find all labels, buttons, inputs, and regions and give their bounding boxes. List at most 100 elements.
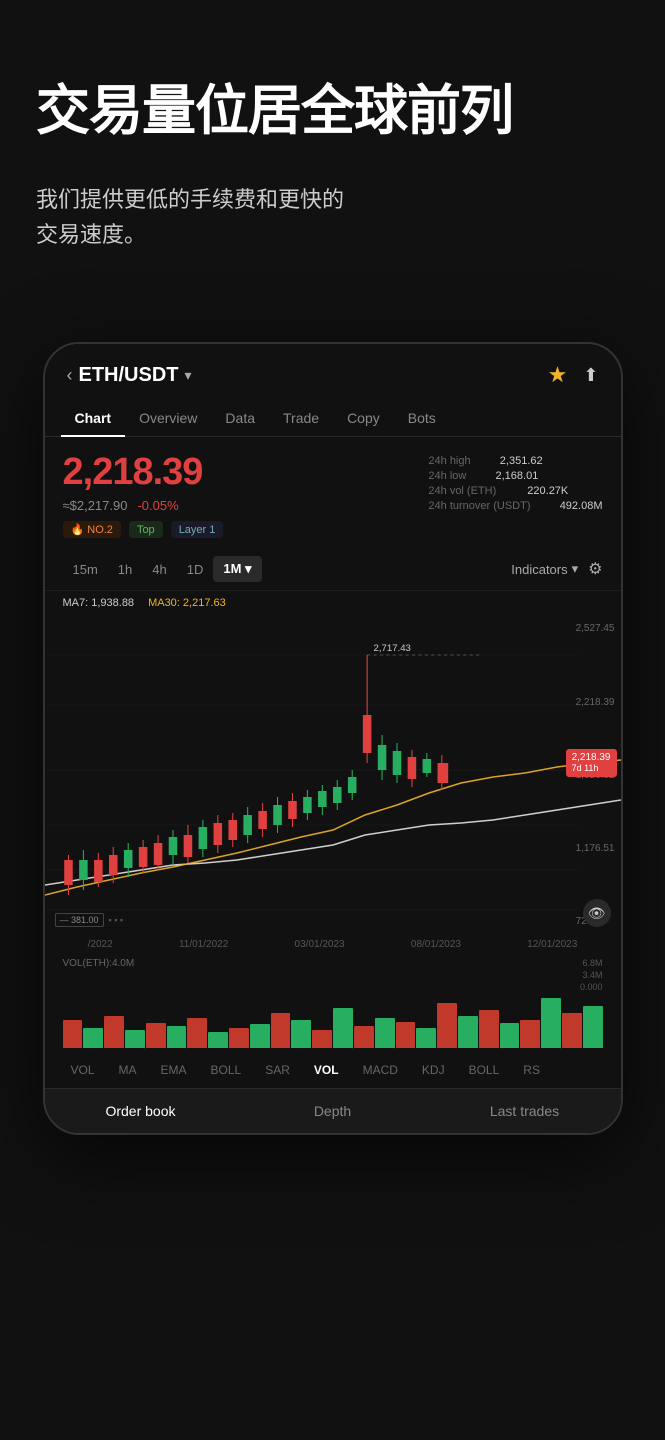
price-stats-row: 2,218.39 ≈$2,217.90 -0.05% 24h high 2,35… [45, 437, 621, 521]
vol-bar [500, 1023, 520, 1048]
stat-row-high: 24h high 2,351.62 [428, 455, 602, 467]
stat-value-turnover: 492.08M [543, 500, 603, 512]
vol-bar [146, 1023, 166, 1048]
stat-row-vol-eth: 24h vol (ETH) 220.27K [428, 485, 602, 497]
tab-overview[interactable]: Overview [125, 400, 211, 436]
indicators-dropdown-icon: ▾ [572, 561, 579, 577]
bottom-tab-orderbook[interactable]: Order book [45, 1089, 237, 1133]
vol-bar [312, 1030, 332, 1048]
top-bar: ‹ ETH/USDT ▾ ★ ⬆ [45, 344, 621, 400]
date-label-5: 12/01/2023 [527, 939, 577, 950]
pair-dropdown-icon[interactable]: ▾ [185, 367, 192, 384]
time-15m[interactable]: 15m [63, 557, 108, 582]
indicators-button[interactable]: Indicators ▾ [511, 561, 578, 577]
stat-row-low: 24h low 2,168.01 [428, 470, 602, 482]
stat-row-turnover: 24h turnover (USDT) 492.08M [428, 500, 602, 512]
vol-bar [291, 1020, 311, 1048]
vol-bar [83, 1028, 103, 1048]
ind-tab-boll2[interactable]: BOLL [457, 1058, 512, 1082]
vol-bar [333, 1008, 353, 1048]
tag-layer1[interactable]: Layer 1 [171, 521, 224, 538]
candlestick-chart: 2,717.43 [45, 615, 621, 935]
ma7-label: MA7: 1,938.88 [63, 597, 135, 609]
ma-row: MA7: 1,938.88 MA30: 2,217.63 [45, 591, 621, 615]
ind-tab-ema[interactable]: EMA [149, 1058, 199, 1082]
price-left-col: 2,218.39 ≈$2,217.90 -0.05% [63, 451, 203, 513]
tab-trade[interactable]: Trade [269, 400, 333, 436]
hero-section: 交易量位居全球前列 我们提供更低的手续费和更快的交易速度。 [0, 0, 665, 292]
ind-tab-rs[interactable]: RS [511, 1058, 552, 1082]
tag-top[interactable]: Top [129, 521, 163, 538]
volume-section: VOL(ETH):4.0M 6.8M 3.4M 0.000 [45, 954, 621, 1052]
vol-bar [354, 1026, 374, 1048]
vol-bar [229, 1028, 249, 1048]
ind-tab-ma[interactable]: MA [107, 1058, 149, 1082]
date-labels: /2022 11/01/2022 03/01/2023 08/01/2023 1… [45, 935, 621, 954]
time-4h[interactable]: 4h [142, 557, 176, 582]
vol-bar [562, 1013, 582, 1048]
stat-value-high: 2,351.62 [483, 455, 543, 467]
price-usd: ≈$2,217.90 [63, 498, 128, 513]
phone-mockup: ‹ ETH/USDT ▾ ★ ⬆ Chart Overview Data Tra… [43, 342, 623, 1135]
vol-bar [375, 1018, 395, 1048]
phone-inner: ‹ ETH/USDT ▾ ★ ⬆ Chart Overview Data Tra… [45, 344, 621, 1133]
vol-bar [167, 1026, 187, 1048]
ind-tab-sar[interactable]: SAR [253, 1058, 302, 1082]
tags-row: 🔥 NO.2 Top Layer 1 [45, 521, 621, 548]
stat-value-low: 2,168.01 [478, 470, 538, 482]
stats-col: 24h high 2,351.62 24h low 2,168.01 24h v… [428, 451, 602, 513]
ind-tab-vol[interactable]: VOL [59, 1058, 107, 1082]
vol-y-high: 6.8M [582, 958, 602, 968]
time-1h[interactable]: 1h [108, 557, 142, 582]
ind-tab-boll[interactable]: BOLL [199, 1058, 254, 1082]
y-label-2: 2,218.39 [576, 697, 615, 708]
indicators-label: Indicators [511, 562, 567, 577]
current-price-badge: 2,218.397d 11h [566, 749, 617, 777]
ind-tab-macd[interactable]: MACD [351, 1058, 410, 1082]
tag-no2[interactable]: 🔥 NO.2 [63, 521, 121, 538]
price-change: -0.05% [137, 498, 178, 513]
tab-chart[interactable]: Chart [61, 400, 126, 436]
chart-area: 2,717.43 2,527.45 2,218.39 1,626.82 1,17… [45, 615, 621, 935]
vol-bar [250, 1024, 270, 1048]
vol-bar [458, 1016, 478, 1048]
hero-subtitle: 我们提供更低的手续费和更快的交易速度。 [36, 182, 629, 252]
tab-bots[interactable]: Bots [394, 400, 450, 436]
svg-text:2,717.43: 2,717.43 [373, 644, 410, 654]
stat-label-high: 24h high [428, 455, 470, 467]
y-label-1: 2,527.45 [576, 623, 615, 634]
vol-bar [437, 1003, 457, 1048]
pair-symbol[interactable]: ETH/USDT [79, 364, 179, 387]
indicator-tabs: VOL MA EMA BOLL SAR VOL MACD KDJ BOLL RS [45, 1052, 621, 1088]
volume-chart [63, 992, 603, 1052]
bottom-tab-lasttrades[interactable]: Last trades [429, 1089, 621, 1133]
bottom-tab-depth[interactable]: Depth [237, 1089, 429, 1133]
vol-label: VOL(ETH):4.0M [63, 958, 135, 969]
stat-value-vol-eth: 220.27K [508, 485, 568, 497]
top-bar-left: ‹ ETH/USDT ▾ [67, 364, 192, 387]
stat-label-turnover: 24h turnover (USDT) [428, 500, 530, 512]
time-1d[interactable]: 1D [177, 557, 214, 582]
time-1m[interactable]: 1M ▾ [213, 556, 261, 582]
chart-eye-button[interactable]: 👁 [583, 899, 611, 927]
date-label-3: 03/01/2023 [295, 939, 345, 950]
vol-bar [104, 1016, 124, 1048]
stat-label-vol-eth: 24h vol (ETH) [428, 485, 496, 497]
vol-bar [63, 1020, 83, 1048]
vol-bar [520, 1020, 540, 1048]
ind-tab-vol2[interactable]: VOL [302, 1058, 351, 1082]
ma30-label: MA30: 2,217.63 [148, 597, 226, 609]
ind-tab-kdj[interactable]: KDJ [410, 1058, 457, 1082]
date-label-1: /2022 [88, 939, 113, 950]
share-icon[interactable]: ⬆ [583, 365, 598, 386]
vol-y-mid: 3.4M [582, 970, 602, 980]
chart-tabs: Chart Overview Data Trade Copy Bots [45, 400, 621, 437]
price-main: 2,218.39 [63, 451, 203, 494]
favorite-icon[interactable]: ★ [548, 362, 568, 388]
chart-settings-icon[interactable]: ⚙ [588, 559, 602, 579]
back-arrow-icon[interactable]: ‹ [67, 365, 73, 386]
tab-data[interactable]: Data [211, 400, 269, 436]
hero-title: 交易量位居全球前列 [36, 80, 629, 142]
vol-bar [583, 1006, 603, 1048]
tab-copy[interactable]: Copy [333, 400, 394, 436]
